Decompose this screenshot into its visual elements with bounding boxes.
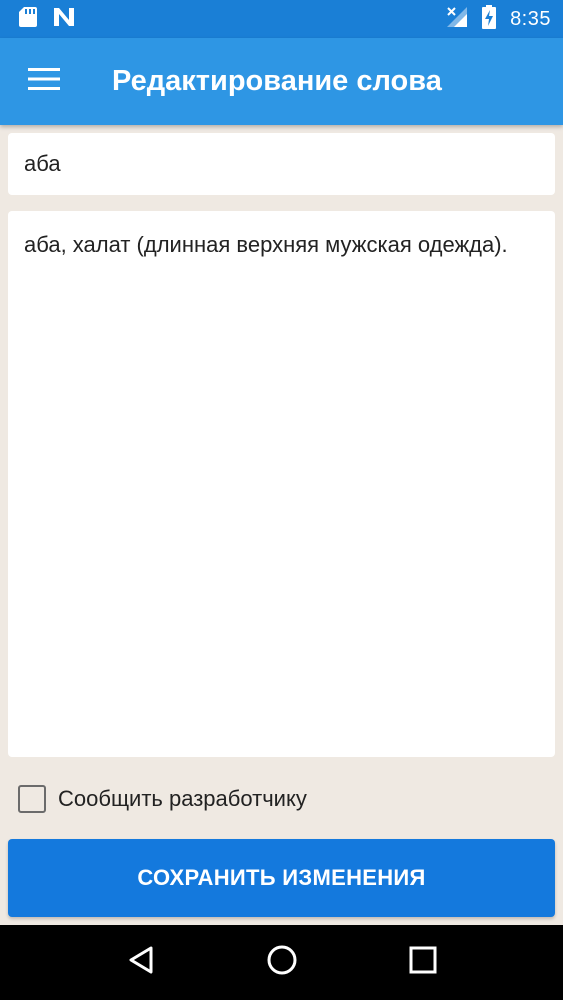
no-signal-icon bbox=[446, 6, 468, 33]
recents-icon bbox=[409, 946, 437, 979]
back-icon bbox=[127, 945, 155, 980]
nav-recents-button[interactable] bbox=[393, 933, 453, 993]
sd-card-icon bbox=[18, 6, 38, 33]
menu-button[interactable] bbox=[0, 38, 88, 125]
word-input[interactable] bbox=[8, 133, 555, 195]
battery-charging-icon bbox=[482, 4, 497, 34]
definition-textarea[interactable]: аба, халат (длинная верхняя мужская одеж… bbox=[8, 211, 555, 757]
nav-back-button[interactable] bbox=[111, 933, 171, 993]
n-notification-icon bbox=[52, 7, 76, 32]
status-right-icons: 8:35 bbox=[446, 4, 551, 34]
report-developer-row[interactable]: Сообщить разработчику bbox=[18, 783, 307, 815]
navigation-bar bbox=[0, 925, 563, 1000]
status-time: 8:35 bbox=[510, 7, 551, 30]
save-changes-button[interactable]: СОХРАНИТЬ ИЗМЕНЕНИЯ bbox=[8, 839, 555, 917]
app-bar: Редактирование слова bbox=[0, 38, 563, 125]
page-title: Редактирование слова bbox=[112, 65, 442, 97]
screen: 8:35 Редактирование слова аба, халат (дл… bbox=[0, 0, 563, 1000]
home-icon bbox=[266, 944, 298, 981]
nav-home-button[interactable] bbox=[252, 933, 312, 993]
report-developer-checkbox[interactable] bbox=[18, 785, 46, 813]
report-developer-label: Сообщить разработчику bbox=[58, 786, 307, 811]
status-bar: 8:35 bbox=[0, 0, 563, 38]
status-left-icons bbox=[18, 6, 76, 33]
hamburger-menu-icon bbox=[28, 67, 60, 96]
